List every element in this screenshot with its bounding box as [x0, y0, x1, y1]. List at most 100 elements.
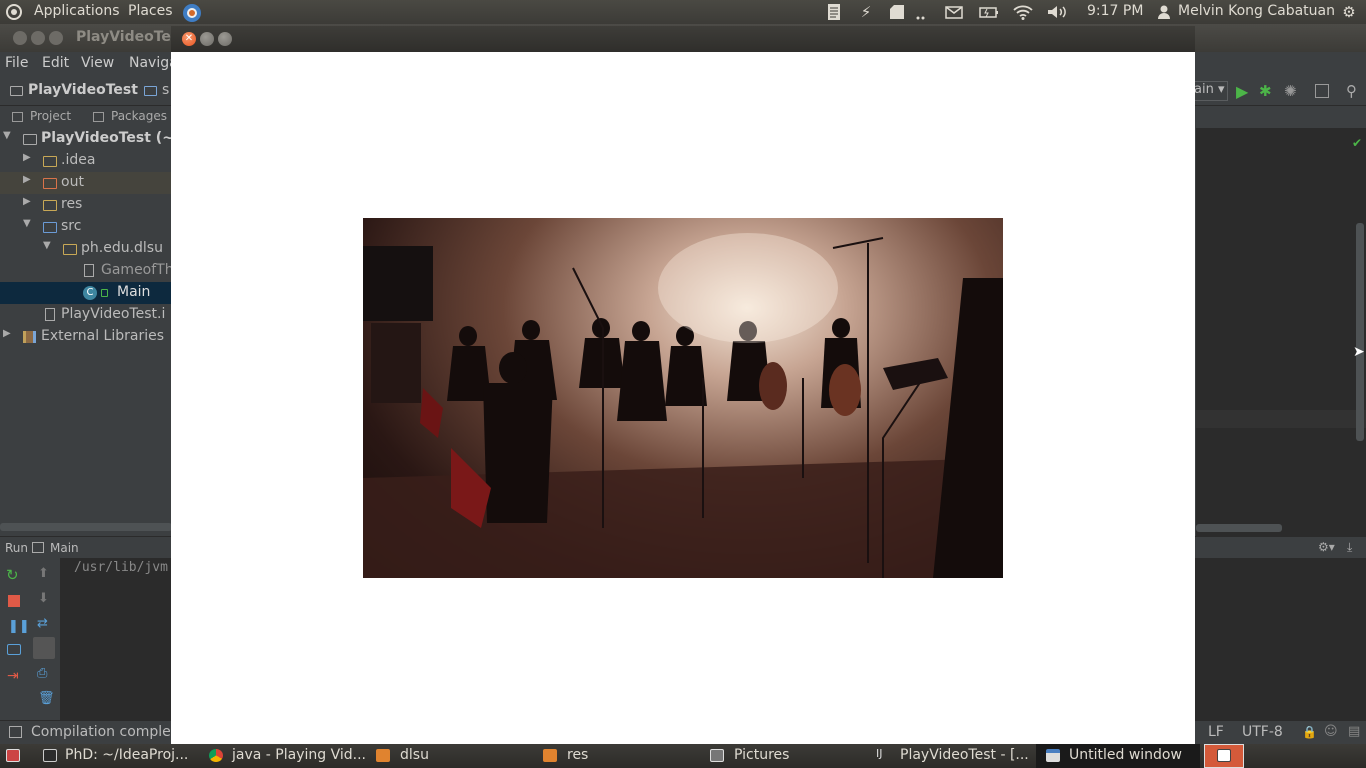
collapse-arrow-icon[interactable]: ▶ [3, 328, 11, 339]
status-toggle-icon[interactable] [9, 726, 22, 738]
mail-icon[interactable] [944, 3, 964, 21]
run-config-select[interactable]: ain ▾ [1192, 81, 1228, 101]
expand-arrow-icon[interactable]: ▼ [3, 130, 11, 141]
run-tab-main[interactable]: Main [50, 541, 79, 555]
menu-places[interactable]: Places [128, 3, 173, 19]
tree-item-main[interactable]: C Main [0, 282, 172, 304]
maximize-button[interactable] [218, 32, 232, 46]
up-arrow-icon[interactable]: ⬆ [38, 566, 49, 581]
taskbar-item-pictures[interactable]: Pictures [704, 744, 866, 768]
coverage-icon[interactable]: ✺ [1284, 82, 1297, 100]
tree-item-external-libraries[interactable]: ▶ External Libraries [0, 326, 172, 348]
readonly-lock-icon[interactable]: 🔒 [1302, 725, 1317, 739]
menu-file[interactable]: File [5, 55, 28, 71]
run-icon[interactable]: ▶ [1236, 82, 1248, 101]
gear-icon[interactable]: ⚙ [1340, 3, 1358, 21]
settings-gear-icon[interactable]: ⚙▾ [1318, 540, 1335, 554]
line-separator[interactable]: LF [1208, 724, 1224, 740]
status-message: Compilation comple [31, 724, 171, 740]
collapse-arrow-icon[interactable]: ▶ [23, 152, 31, 163]
taskbar-item-browser[interactable]: java - Playing Vid... [204, 744, 366, 768]
breadcrumb-project[interactable]: PlayVideoTest [28, 82, 138, 98]
document-icon[interactable] [826, 3, 842, 21]
lightning-icon[interactable]: ⚡ [858, 3, 874, 21]
ide-close-button[interactable] [13, 31, 27, 45]
user-icon[interactable] [1156, 3, 1172, 21]
chrome-icon [209, 749, 223, 762]
clock[interactable]: 9:17 PM [1087, 3, 1143, 19]
camera-icon[interactable] [7, 644, 21, 655]
ide-maximize-button[interactable] [49, 31, 63, 45]
tree-item-file1[interactable]: GameofTh [0, 260, 174, 282]
down-arrow-icon[interactable]: ⬇ [38, 591, 49, 606]
video-player-frame[interactable] [363, 218, 1003, 578]
search-icon[interactable]: ⚲ [1346, 82, 1357, 100]
tree-item-iml[interactable]: PlayVideoTest.i [0, 304, 172, 326]
ubuntu-logo-icon[interactable] [5, 3, 23, 21]
video-window[interactable]: ✕ [171, 26, 1195, 746]
tab-project[interactable]: Project [30, 109, 71, 123]
editor-horizontal-scrollbar[interactable] [1196, 524, 1282, 532]
menu-edit[interactable]: Edit [42, 55, 69, 71]
collapse-arrow-icon[interactable]: ▶ [23, 174, 31, 185]
expand-arrow-icon[interactable]: ▼ [23, 218, 31, 229]
taskbar-item-res[interactable]: res [537, 744, 699, 768]
taskbar-label-res: res [567, 747, 589, 763]
taskbar-item-ide[interactable]: IJ PlayVideoTest - [... [870, 744, 1032, 768]
console-line: /usr/lib/jvm [74, 560, 168, 575]
taskbar-item-untitled-window[interactable]: Untitled window [1036, 744, 1200, 768]
print-icon[interactable]: ⎙ [37, 666, 47, 681]
package-icon [63, 244, 77, 255]
minimize-button[interactable] [200, 32, 214, 46]
stop-icon[interactable] [8, 595, 20, 607]
menu-view[interactable]: View [81, 55, 114, 71]
browser-launcher-icon[interactable] [181, 3, 203, 22]
scroll-to-end-icon[interactable] [33, 637, 55, 659]
tab-packages[interactable]: Packages [111, 109, 167, 123]
ide-minimize-button[interactable] [31, 31, 45, 45]
close-button[interactable]: ✕ [182, 32, 196, 46]
run-tool-label[interactable]: Run [5, 541, 28, 555]
desktop-icon [6, 749, 20, 762]
soft-wrap-icon[interactable]: ⇄ [37, 616, 48, 631]
pause-icon[interactable]: ❚❚ [8, 619, 30, 634]
debug-icon[interactable]: ✱ [1259, 82, 1272, 100]
analysis-ok-icon: ✔ [1352, 136, 1363, 150]
tree-label-src: src [61, 218, 82, 234]
breadcrumb-next[interactable]: s [162, 82, 169, 98]
lock-icon [101, 289, 108, 297]
hide-panel-icon[interactable]: ⤓ [1347, 540, 1352, 555]
inspector-icon[interactable]: ☺ [1324, 724, 1338, 739]
project-structure-icon[interactable] [1315, 84, 1329, 98]
tree-item-package[interactable]: ▼ ph.edu.dlsu [0, 238, 172, 260]
battery-icon[interactable] [978, 3, 1000, 21]
exit-icon[interactable]: ⇥ [7, 668, 19, 684]
taskbar-item-terminal[interactable]: PhD: ~/IdeaProj... [38, 744, 200, 768]
editor-area[interactable]: ✔ [1196, 128, 1366, 536]
file-encoding[interactable]: UTF-8 [1242, 724, 1283, 740]
wifi-icon[interactable] [1012, 3, 1034, 21]
video-window-titlebar[interactable]: ✕ [171, 26, 1195, 52]
tree-item-res[interactable]: ▶ res [0, 194, 172, 216]
trash-icon[interactable]: 🗑 [38, 691, 55, 706]
menu-applications[interactable]: Applications [34, 3, 120, 19]
user-name[interactable]: Melvin Kong Cabatuan [1178, 3, 1335, 19]
vertical-scrollbar[interactable] [1356, 223, 1364, 441]
tree-item-root[interactable]: ▼ PlayVideoTest (~/I [0, 128, 184, 150]
expand-arrow-icon[interactable]: ▼ [43, 240, 51, 251]
indicator-icon[interactable] [888, 3, 928, 21]
tree-item-out[interactable]: ▶ out [0, 172, 172, 194]
event-log-icon[interactable]: ▤ [1348, 724, 1360, 739]
taskbar-item-dlsu[interactable]: dlsu [370, 744, 532, 768]
collapse-arrow-icon[interactable]: ▶ [23, 196, 31, 207]
file-icon [45, 308, 55, 321]
horizontal-scrollbar[interactable] [0, 523, 172, 531]
run-config-icon [32, 542, 44, 553]
volume-icon[interactable] [1046, 3, 1068, 21]
tree-item-src[interactable]: ▼ src [0, 216, 172, 238]
taskbar: PhD: ~/IdeaProj... java - Playing Vid...… [0, 744, 1366, 768]
workspace-switcher[interactable] [1204, 744, 1244, 768]
show-desktop-button[interactable] [0, 744, 30, 768]
tree-item-idea[interactable]: ▶ .idea [0, 150, 172, 172]
rerun-icon[interactable]: ↻ [6, 566, 19, 584]
